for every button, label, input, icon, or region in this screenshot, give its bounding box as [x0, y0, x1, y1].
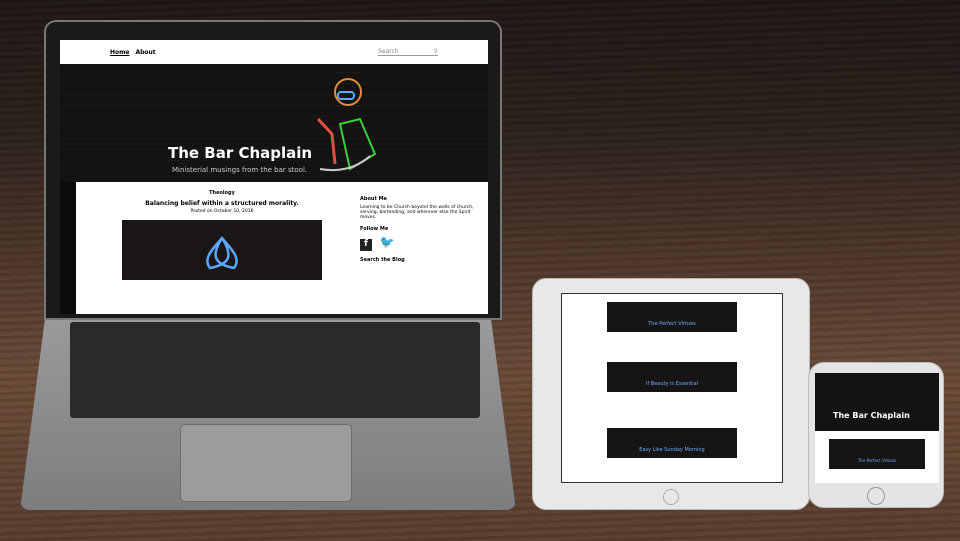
nav-home[interactable]: Home: [110, 49, 129, 56]
follow-heading: Follow Me: [360, 226, 389, 232]
tablet-screen: The Perfect Virtues If Beauty is Essenti…: [561, 293, 783, 483]
phone-hero: The Bar Chaplain: [815, 373, 939, 431]
tablet: The Perfect Virtues If Beauty is Essenti…: [532, 278, 810, 510]
laptop-trackpad: [180, 424, 352, 502]
search-icon[interactable]: ⚲: [434, 48, 438, 55]
phone: The Bar Chaplain The Perfect Virtues: [808, 362, 944, 508]
facebook-icon[interactable]: f: [360, 239, 372, 251]
search-input[interactable]: Search ⚲: [378, 48, 438, 56]
search-placeholder: Search: [378, 48, 399, 55]
site-tagline: Ministerial musings from the bar stool.: [172, 166, 308, 174]
twitter-icon[interactable]: 🐦: [379, 235, 394, 249]
site-nav: Home About Search ⚲: [60, 40, 488, 64]
post-meta: Posted on October 10, 2016: [190, 209, 254, 214]
site-title[interactable]: The Bar Chaplain: [168, 144, 312, 162]
tablet-post-image[interactable]: Easy Like Sunday Morning: [607, 428, 737, 458]
laptop: Home About Search ⚲ The Bar Chaplain Min…: [44, 20, 502, 320]
laptop-screen: Home About Search ⚲ The Bar Chaplain Min…: [60, 40, 488, 314]
about-text: Learning to be Church beyond the walls o…: [360, 205, 474, 220]
sidebar: About Me Learning to be Church beyond th…: [360, 190, 480, 306]
post-image[interactable]: [122, 220, 322, 280]
search-heading: Search the Blog: [360, 257, 405, 263]
post-category[interactable]: Theology: [84, 190, 360, 196]
hero-banner: The Bar Chaplain Ministerial musings fro…: [60, 64, 488, 182]
tablet-home-button[interactable]: [663, 489, 679, 505]
content-area: Theology Balancing belief within a struc…: [76, 182, 488, 314]
about-heading: About Me: [360, 196, 387, 202]
phone-post-image[interactable]: The Perfect Virtues: [829, 439, 925, 469]
post: Theology Balancing belief within a struc…: [84, 190, 360, 306]
phone-home-button[interactable]: [867, 487, 885, 505]
tablet-post-image[interactable]: If Beauty is Essential: [607, 362, 737, 392]
bartender-neon-illustration: [316, 78, 377, 172]
phone-screen: The Bar Chaplain The Perfect Virtues: [815, 373, 939, 483]
phone-site-title[interactable]: The Bar Chaplain: [833, 411, 910, 420]
laptop-keyboard: [70, 322, 480, 418]
trinity-knot-icon: [206, 235, 238, 270]
tablet-post-image[interactable]: The Perfect Virtues: [607, 302, 737, 332]
nav-about[interactable]: About: [135, 49, 155, 56]
post-title[interactable]: Balancing belief within a structured mor…: [84, 200, 360, 207]
